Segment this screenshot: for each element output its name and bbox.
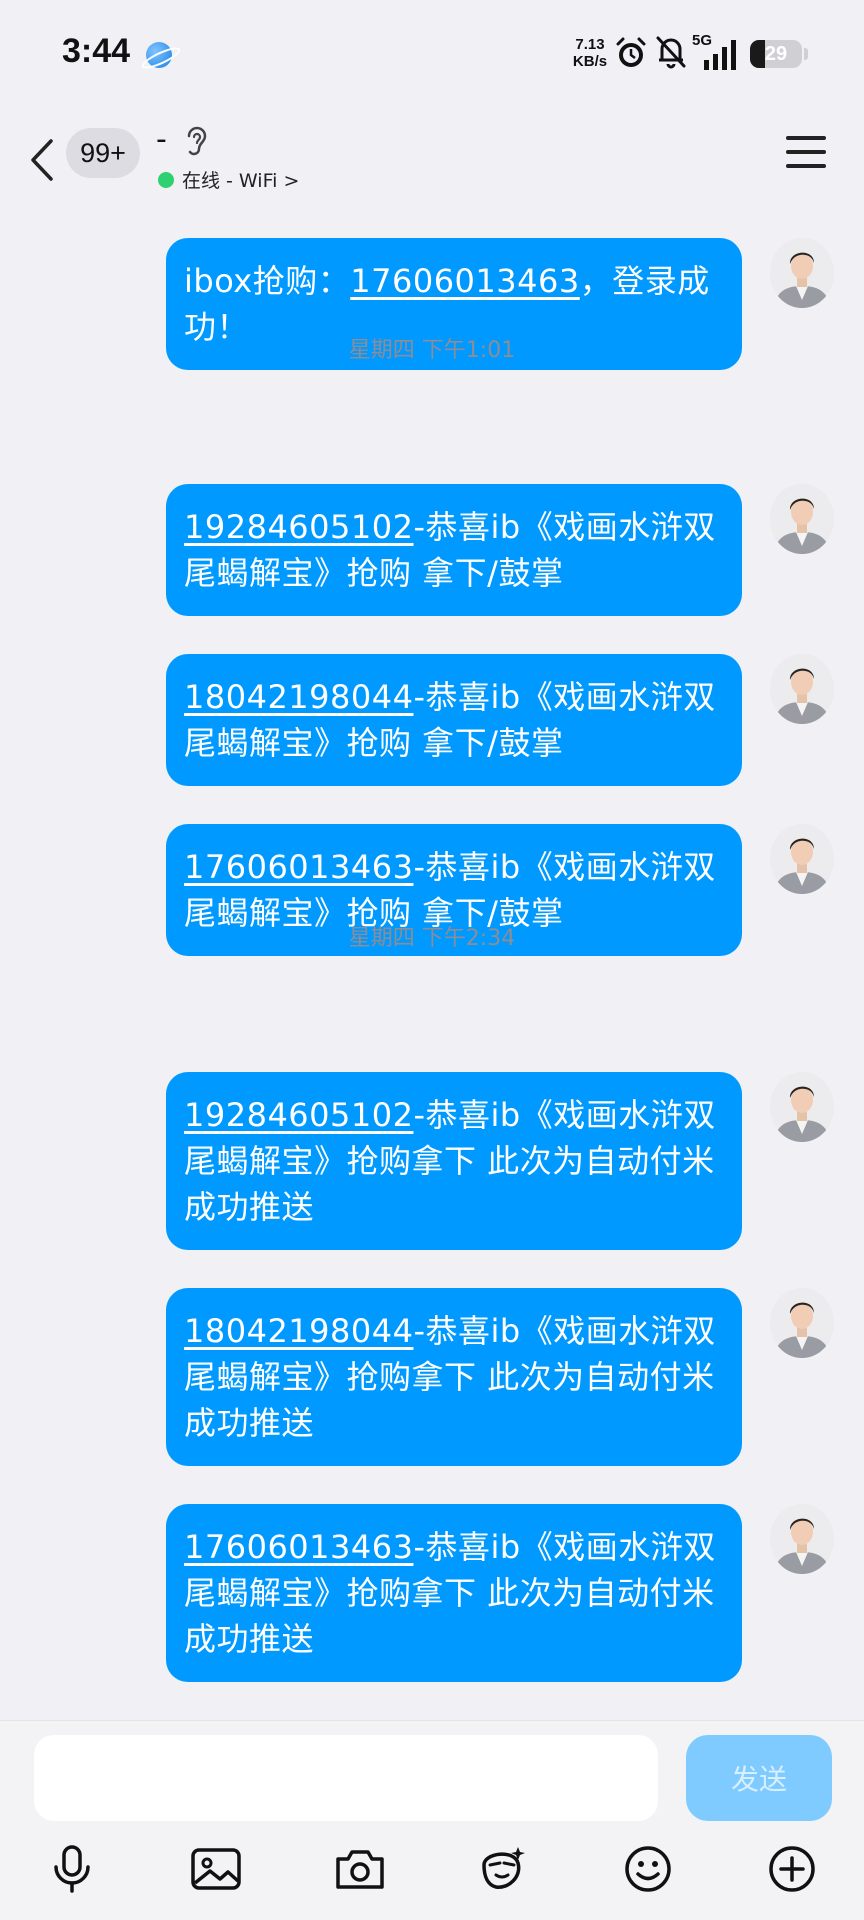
chat-area[interactable]: ibox抢购：17606013463，登录成功！ 星期四 下午1:01 19284… (0, 206, 864, 1720)
chevron-left-icon (31, 139, 53, 181)
image-icon[interactable] (188, 1841, 244, 1897)
unread-count-badge[interactable]: 99+ (66, 128, 140, 178)
message-text: ibox抢购： (184, 262, 351, 300)
battery-tip (804, 48, 808, 60)
phone-number-link[interactable]: 17606013463 (184, 848, 413, 886)
online-status-text: 在线 - WiFi > (182, 170, 300, 192)
network-speed-unit: KB/s (572, 53, 608, 70)
message-timestamp: 星期四 下午1:01 (348, 338, 516, 363)
phone-number-link[interactable]: 19284605102 (184, 1096, 413, 1134)
avatar[interactable] (770, 484, 834, 554)
status-bar: 3:44 7.13 KB/s 5G 29 (0, 0, 864, 110)
phone-number-link[interactable]: 19284605102 (184, 508, 413, 546)
menu-button[interactable] (786, 134, 826, 170)
network-speed: 7.13 KB/s (570, 36, 610, 70)
battery-level: 29 (764, 43, 788, 65)
message-bubble[interactable]: 18042198044-恭喜ib《戏画水浒双尾蝎解宝》抢购 拿下/鼓掌 (166, 654, 742, 786)
smiley-icon[interactable] (620, 1841, 676, 1897)
contact-name[interactable]: - (156, 122, 167, 157)
app-notification-icon (146, 42, 172, 68)
alarm-icon (616, 37, 646, 67)
avatar[interactable] (770, 824, 834, 894)
menu-line (786, 136, 826, 140)
avatar[interactable] (770, 238, 834, 308)
cellular-signal: 5G (692, 32, 742, 72)
message-input[interactable] (34, 1735, 658, 1821)
input-area: 发送 (0, 1720, 864, 1920)
send-button[interactable]: 发送 (686, 1735, 832, 1821)
notifications-muted-icon (656, 36, 686, 69)
avatar[interactable] (770, 1288, 834, 1358)
menu-line (786, 164, 826, 168)
message-bubble[interactable]: 19284605102-恭喜ib《戏画水浒双尾蝎解宝》抢购拿下 此次为自动付米成… (166, 1072, 742, 1250)
message-bubble[interactable]: 19284605102-恭喜ib《戏画水浒双尾蝎解宝》抢购 拿下/鼓掌 (166, 484, 742, 616)
status-time: 3:44 (62, 32, 131, 70)
message-bubble[interactable]: 18042198044-恭喜ib《戏画水浒双尾蝎解宝》抢购拿下 此次为自动付米成… (166, 1288, 742, 1466)
online-status[interactable]: 在线 - WiFi > (158, 166, 299, 193)
message-timestamp: 星期四 下午2:34 (348, 926, 516, 951)
chat-header: 99+ - 在线 - WiFi > (0, 110, 864, 206)
avatar[interactable] (770, 1072, 834, 1142)
microphone-icon[interactable] (44, 1841, 100, 1897)
back-button[interactable] (22, 130, 62, 190)
network-speed-value: 7.13 (575, 36, 605, 53)
signal-bars-icon (704, 40, 736, 70)
phone-number-link[interactable]: 18042198044 (184, 1312, 413, 1350)
online-dot-icon (158, 171, 174, 188)
phone-number-link[interactable]: 17606013463 (184, 1528, 413, 1566)
avatar[interactable] (770, 654, 834, 724)
message-bubble[interactable]: 17606013463-恭喜ib《戏画水浒双尾蝎解宝》抢购拿下 此次为自动付米成… (166, 1504, 742, 1682)
plus-icon[interactable] (764, 1841, 820, 1897)
camera-icon[interactable] (332, 1841, 388, 1897)
phone-number-link[interactable]: 18042198044 (184, 678, 413, 716)
emoji-sticker-icon[interactable] (474, 1841, 530, 1897)
phone-number-link[interactable]: 17606013463 (350, 262, 579, 300)
battery-indicator: 29 (750, 40, 802, 68)
ear-icon (187, 126, 207, 156)
menu-line (786, 150, 826, 154)
avatar[interactable] (770, 1504, 834, 1574)
